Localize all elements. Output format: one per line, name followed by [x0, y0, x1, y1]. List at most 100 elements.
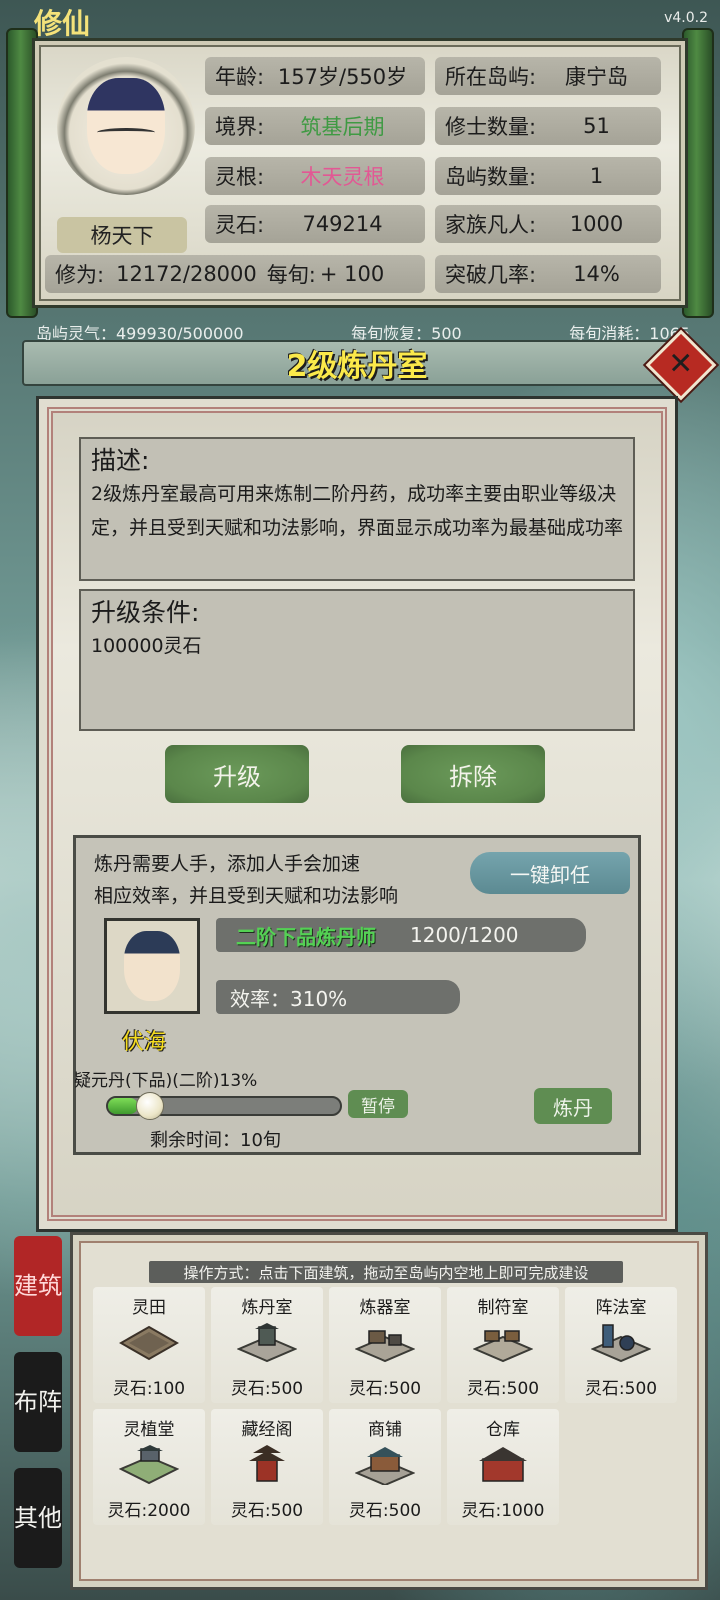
cultivators-label: 修士数量: [445, 115, 537, 139]
per-turn-label: 每旬: [266, 263, 316, 287]
brewing-progress-bar [106, 1092, 342, 1120]
island-value: 康宁岛 [565, 65, 629, 89]
building-cost: 灵石:100 [112, 1379, 186, 1399]
building-palette: 操作方式：点击下面建筑，拖动至岛屿内空地上即可完成建设 灵田 灵石:100 炼丹… [70, 1232, 708, 1590]
cultivators-value: 51 [583, 114, 610, 138]
tab-buildings-label: 建筑 [14, 1272, 62, 1300]
building-name: 藏经阁 [241, 1420, 293, 1440]
tab-buildings[interactable]: 建筑 [14, 1236, 62, 1336]
description-text: 2级炼丹室最高可用来炼制二阶丹药，成功率主要由职业等级决定，并且受到天赋和功法影… [91, 483, 624, 539]
tab-formation[interactable]: 布阵 [14, 1352, 62, 1452]
building-card-field[interactable]: 灵田 灵石:100 [93, 1287, 205, 1403]
player-avatar[interactable] [57, 57, 195, 195]
brew-button[interactable]: 炼丹 [534, 1088, 612, 1124]
upgrade-requirements-box: 升级条件: 100000灵石 [79, 589, 635, 731]
upgrade-button[interactable]: 升级 [165, 745, 309, 803]
worker-avatar[interactable] [104, 918, 200, 1014]
worker-rank-bar: 二阶下品炼丹师 1200/1200 [216, 918, 586, 952]
building-cost: 灵石:500 [230, 1501, 304, 1521]
building-cost: 灵石:2000 [107, 1501, 191, 1521]
formation-room-icon [591, 1324, 651, 1363]
stone-value: 749214 [302, 212, 383, 236]
build-hint: 操作方式：点击下面建筑，拖动至岛屿内空地上即可完成建设 [149, 1261, 623, 1283]
description-title: 描述: [91, 446, 150, 475]
building-name: 灵田 [132, 1298, 166, 1318]
building-name: 炼器室 [359, 1298, 411, 1318]
efficiency-bar: 效率：310% [216, 980, 460, 1014]
breakthrough-value: 14% [573, 262, 620, 286]
upgrade-cost: 100000灵石 [91, 635, 202, 657]
root-stat: 灵根: 木天灵根 [205, 157, 425, 195]
forge-room-icon [355, 1330, 415, 1363]
building-cost: 灵石:500 [466, 1379, 540, 1399]
building-card-alchemy-room[interactable]: 炼丹室 灵石:500 [211, 1287, 323, 1403]
building-cost: 灵石:500 [584, 1379, 658, 1399]
root-value: 木天灵根 [300, 165, 385, 189]
demolish-button[interactable]: 拆除 [401, 745, 545, 803]
library-pavilion-icon [249, 1445, 285, 1482]
mortals-label: 家族凡人: [445, 213, 537, 237]
realm-label: 境界: [215, 115, 265, 139]
islands-label: 岛屿数量: [445, 165, 537, 189]
talisman-room-icon [473, 1330, 533, 1363]
mortals-value: 1000 [569, 212, 624, 236]
dialog-title: 2级炼丹室 [286, 349, 428, 384]
character-scroll-panel: 杨天下 年龄: 157岁/550岁 境界: 筑基后期 灵根: 木天灵根 灵石: … [6, 28, 714, 318]
age-label: 年龄: [215, 65, 265, 89]
worker-note-line-1: 炼丹需要人手，添加人手会加速 [94, 853, 361, 875]
cultivation-value: 12172/28000 [116, 262, 257, 286]
worker-note-line-2: 相应效率，并且受到天赋和功法影响 [94, 885, 399, 907]
building-card-shop[interactable]: 商铺 灵石:500 [329, 1409, 441, 1525]
building-card-forge-room[interactable]: 炼器室 灵石:500 [329, 1287, 441, 1403]
building-cost: 灵石:1000 [461, 1501, 545, 1521]
mortals-stat: 家族凡人: 1000 [435, 205, 661, 243]
upgrade-title: 升级条件: [91, 598, 200, 627]
shop-icon [355, 1447, 415, 1485]
side-tabs: 建筑 布阵 其他 [14, 1236, 62, 1584]
island-label: 所在岛屿: [445, 65, 537, 89]
version-label: v4.0.2 [664, 10, 708, 26]
remaining-time: 剩余时间：10旬 [150, 1130, 281, 1151]
building-card-warehouse[interactable]: 仓库 灵石:1000 [447, 1409, 559, 1525]
pause-button[interactable]: 暂停 [348, 1090, 408, 1118]
building-card-talisman-room[interactable]: 制符室 灵石:500 [447, 1287, 559, 1403]
realm-value: 筑基后期 [300, 115, 385, 139]
building-cost: 灵石:500 [348, 1501, 422, 1521]
stone-label: 灵石: [215, 213, 265, 237]
building-name: 灵植堂 [123, 1420, 175, 1440]
islands-stat: 岛屿数量: 1 [435, 157, 661, 195]
building-cost: 灵石:500 [230, 1379, 304, 1399]
worker-note: 炼丹需要人手，添加人手会加速 相应效率，并且受到天赋和功法影响 [94, 848, 398, 912]
cultivation-stat: 修为: 12172/28000 每旬: + 100 [45, 255, 425, 293]
player-name[interactable]: 杨天下 [57, 217, 187, 253]
field-icon [119, 1325, 179, 1361]
alchemy-room-icon [237, 1323, 297, 1363]
building-name: 制符室 [477, 1298, 529, 1318]
root-label: 灵根: [215, 165, 265, 189]
islands-value: 1 [589, 164, 604, 188]
brewing-progress-knob [136, 1092, 165, 1120]
building-card-library-pavilion[interactable]: 藏经阁 灵石:500 [211, 1409, 323, 1525]
brewing-item-label: 疑元丹(下品)(二阶)13% [74, 1071, 258, 1091]
warehouse-icon [479, 1447, 527, 1482]
per-turn-value: + 100 [319, 262, 385, 286]
building-card-formation-room[interactable]: 阵法室 灵石:500 [565, 1287, 677, 1403]
efficiency-value: 效率：310% [230, 986, 348, 1011]
cultivation-label: 修为: [55, 263, 105, 287]
realm-stat: 境界: 筑基后期 [205, 107, 425, 145]
building-dialog: 描述: 2级炼丹室最高可用来炼制二阶丹药，成功率主要由职业等级决定，并且受到天赋… [36, 396, 678, 1232]
tab-other[interactable]: 其他 [14, 1468, 62, 1568]
character-info-paper: 杨天下 年龄: 157岁/550岁 境界: 筑基后期 灵根: 木天灵根 灵石: … [32, 38, 688, 308]
tab-other-label: 其他 [14, 1504, 62, 1532]
close-icon: ✕ [668, 346, 694, 382]
building-card-herb-hall[interactable]: 灵植堂 灵石:2000 [93, 1409, 205, 1525]
building-cost: 灵石:500 [348, 1379, 422, 1399]
tab-formation-label: 布阵 [14, 1388, 62, 1416]
cultivators-stat: 修士数量: 51 [435, 107, 661, 145]
worker-rank: 二阶下品炼丹师 [236, 924, 376, 949]
building-name: 商铺 [368, 1420, 402, 1440]
dismiss-all-button[interactable]: 一键卸任 [470, 852, 630, 894]
player-portrait-icon [87, 78, 165, 174]
brewing-progress-fill [108, 1098, 139, 1114]
worker-name: 伏海 [122, 1030, 167, 1055]
